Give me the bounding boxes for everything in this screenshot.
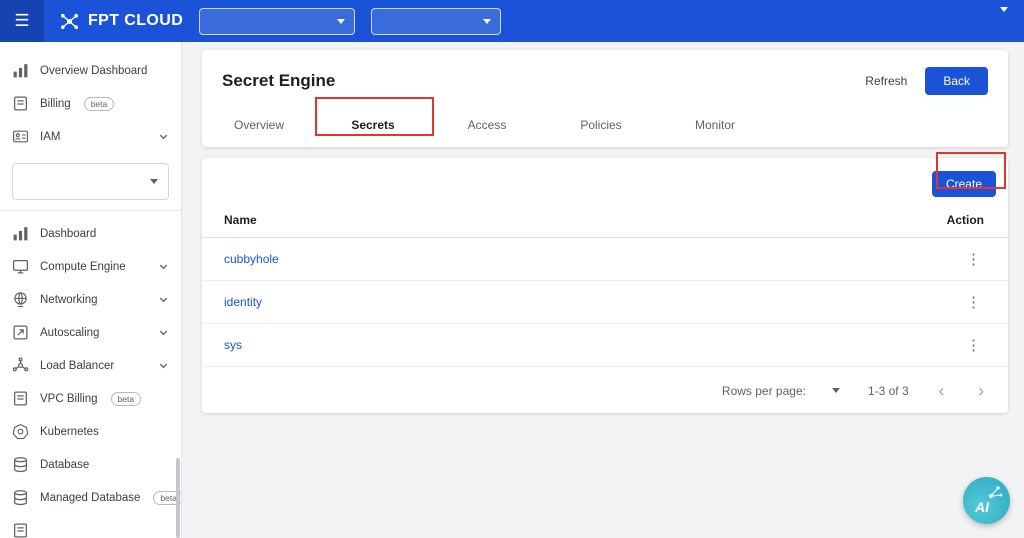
chevron-down-icon [158,131,169,142]
secret-link-identity[interactable]: identity [224,295,262,309]
tab-overview[interactable]: Overview [202,105,316,147]
sidebar-item-label: Load Balancer [40,360,114,372]
database-icon [12,489,29,506]
load-balancer-icon [12,357,29,374]
back-button[interactable]: Back [925,67,988,95]
project-select[interactable] [12,163,169,200]
chevron-down-icon [158,294,169,305]
page-title: Secret Engine [222,71,335,91]
column-header-name: Name [224,213,257,227]
ai-assistant-label: AI [963,499,989,524]
next-page-icon[interactable]: › [978,382,984,399]
brand-name: FPT CLOUD [88,12,183,30]
create-button[interactable]: Create [932,171,996,197]
column-header-action: Action [947,213,984,227]
previous-page-icon[interactable]: ‹ [939,382,945,399]
chevron-down-icon [483,19,491,24]
iam-icon [12,128,29,145]
sidebar-item-vpc-billing[interactable]: VPC Billing beta [0,382,181,415]
sidebar-item-label: Overview Dashboard [40,65,147,77]
tab-bar: Overview Secrets Access Policies Monitor [202,101,1008,147]
brand-logo: FPT CLOUD [58,10,183,33]
secret-link-cubbyhole[interactable]: cubbyhole [224,252,279,266]
pagination-range: 1-3 of 3 [868,384,909,398]
header-select-primary[interactable] [199,8,355,35]
top-navigation-bar: ☰ FPT CLOUD [0,0,1024,42]
tab-access[interactable]: Access [430,105,544,147]
chevron-down-icon [337,19,345,24]
sidebar-divider [0,210,181,211]
kubernetes-icon [12,423,29,440]
sidebar-item-label: Dashboard [40,228,96,240]
database-icon [12,456,29,473]
sidebar-item-label: Database [40,459,89,471]
kebab-menu-icon[interactable]: ⋮ [966,338,980,353]
sidebar-item-dashboard[interactable]: Dashboard [0,217,181,250]
monitor-icon [12,522,29,538]
ai-assistant-button[interactable]: AI [963,477,1010,524]
sidebar-item-load-balancer[interactable]: Load Balancer [0,349,181,382]
pagination: Rows per page: 1-3 of 3 ‹ › [202,367,1008,409]
fpt-cloud-logo-icon [58,10,81,33]
sidebar-item-label: Compute Engine [40,261,126,273]
sidebar-item-autoscaling[interactable]: Autoscaling [0,316,181,349]
chevron-down-icon [1000,7,1008,29]
kebab-menu-icon[interactable]: ⋮ [966,295,980,310]
chevron-down-icon [158,327,169,338]
sidebar-item-iam[interactable]: IAM [0,120,181,153]
sidebar-item-label: IAM [40,131,60,143]
sidebar-item-label: Autoscaling [40,327,99,339]
sidebar-item-label: VPC Billing [40,393,98,405]
sidebar-item-database[interactable]: Database [0,448,181,481]
beta-badge: beta [111,392,142,406]
account-menu-caret[interactable] [1000,12,1008,30]
bar-chart-icon [12,62,29,79]
header-select-secondary[interactable] [371,8,501,35]
table-row: sys ⋮ [202,324,1008,367]
billing-icon [12,95,29,112]
sidebar-item-compute-engine[interactable]: Compute Engine [0,250,181,283]
sidebar: Overview Dashboard Billing beta IAM Dash… [0,42,182,538]
sidebar-item-networking[interactable]: Networking [0,283,181,316]
secrets-table-card: Create Name Action cubbyhole ⋮ identity … [202,158,1008,413]
refresh-button[interactable]: Refresh [865,74,907,88]
sidebar-item-label: Kubernetes [40,426,99,438]
table-row: identity ⋮ [202,281,1008,324]
tab-monitor[interactable]: Monitor [658,105,772,147]
rows-per-page-caret[interactable] [832,388,840,393]
sidebar-item-overview-dashboard[interactable]: Overview Dashboard [0,54,181,87]
globe-icon [12,291,29,308]
sidebar-item-label: Billing [40,98,71,110]
table-row: cubbyhole ⋮ [202,238,1008,281]
sidebar-item-billing[interactable]: Billing beta [0,87,181,120]
table-header: Name Action [202,209,1008,238]
page-header-card: Secret Engine Refresh Back Overview Secr… [202,50,1008,147]
sidebar-item-label: Managed Database [40,492,140,504]
chevron-down-icon [158,261,169,272]
secret-link-sys[interactable]: sys [224,338,242,352]
monitor-icon [12,258,29,275]
molecule-icon [986,483,1004,501]
chevron-down-icon [150,179,158,184]
hamburger-menu-button[interactable]: ☰ [0,0,44,42]
billing-icon [12,390,29,407]
tab-policies[interactable]: Policies [544,105,658,147]
kebab-menu-icon[interactable]: ⋮ [966,252,980,267]
sidebar-item-partial[interactable] [0,514,181,538]
sidebar-scrollbar[interactable] [176,458,180,538]
chevron-down-icon [158,360,169,371]
main-content: Secret Engine Refresh Back Overview Secr… [182,42,1024,538]
sidebar-item-kubernetes[interactable]: Kubernetes [0,415,181,448]
autoscaling-icon [12,324,29,341]
bar-chart-icon [12,225,29,242]
tab-secrets[interactable]: Secrets [316,105,430,147]
hamburger-icon: ☰ [14,11,29,31]
beta-badge: beta [84,97,115,111]
sidebar-item-managed-database[interactable]: Managed Database beta [0,481,181,514]
rows-per-page-label: Rows per page: [722,384,806,398]
sidebar-item-label: Networking [40,294,98,306]
